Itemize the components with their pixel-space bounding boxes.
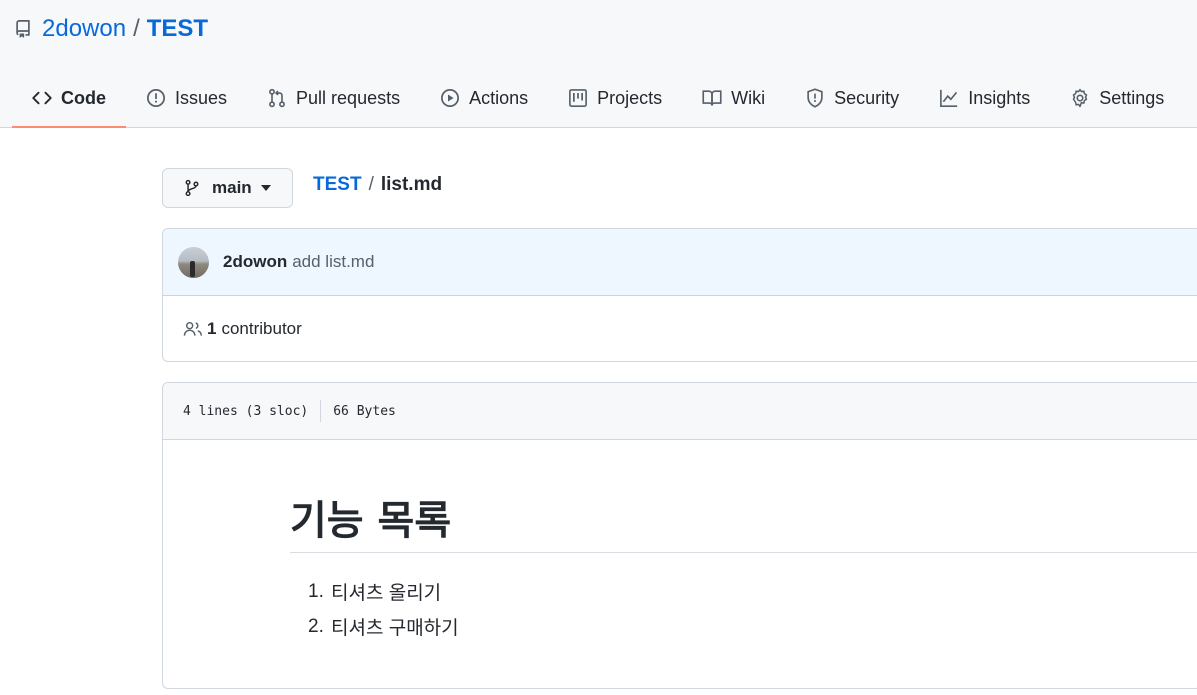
repo-header: 2dowon / TEST Code Issues Pull requests <box>0 0 1197 128</box>
tab-pull-requests[interactable]: Pull requests <box>247 70 420 126</box>
heading-divider <box>290 552 1197 553</box>
tab-code[interactable]: Code <box>12 70 126 128</box>
list-item-number: 2. <box>308 615 324 637</box>
list-item: 1. 티셔츠 올리기 <box>308 574 459 609</box>
tab-label: Projects <box>597 87 663 108</box>
tab-label: Wiki <box>731 87 766 108</box>
latest-commit-row: 2dowon add list.md <box>163 229 1197 296</box>
contributors-row[interactable]: 1 contributor <box>163 296 1197 361</box>
tab-label: Code <box>61 87 106 108</box>
graph-icon <box>939 88 959 108</box>
book-icon <box>702 88 722 108</box>
markdown-heading: 기능 목록 <box>290 498 452 544</box>
tab-insights[interactable]: Insights <box>919 70 1050 126</box>
list-item-text: 티셔츠 구매하기 <box>331 618 459 639</box>
tab-label: Insights <box>968 87 1031 108</box>
people-icon <box>183 320 203 338</box>
repo-icon <box>14 20 32 38</box>
file-info-bar: 4 lines (3 sloc) 66 Bytes <box>163 383 1197 440</box>
branch-select-button[interactable]: main <box>162 168 293 208</box>
avatar[interactable] <box>178 246 209 278</box>
commit-box: 2dowon add list.md 1 contributor <box>162 228 1197 362</box>
chevron-down-icon <box>260 185 271 191</box>
commit-message-link[interactable]: add list.md <box>292 252 374 272</box>
tab-label: Actions <box>469 87 529 108</box>
tab-label: Issues <box>175 87 228 108</box>
pull-request-icon <box>267 88 287 108</box>
commit-author-link[interactable]: 2dowon <box>223 252 287 272</box>
repo-separator: / <box>133 15 140 42</box>
list-item: 2. 티셔츠 구매하기 <box>308 609 459 644</box>
project-icon <box>568 88 588 108</box>
code-icon <box>32 88 52 108</box>
issue-icon <box>146 88 166 108</box>
repo-title: 2dowon / TEST <box>14 14 208 44</box>
list-item-text: 티셔츠 올리기 <box>331 583 442 604</box>
tab-settings[interactable]: Settings <box>1050 70 1184 126</box>
tab-issues[interactable]: Issues <box>126 70 247 126</box>
file-viewer: 4 lines (3 sloc) 66 Bytes 기능 목록 1. 티셔츠 올… <box>162 382 1197 689</box>
play-icon <box>440 88 460 108</box>
tab-actions[interactable]: Actions <box>420 70 548 126</box>
list-item-number: 1. <box>308 580 324 602</box>
breadcrumb-file: list.md <box>380 174 443 195</box>
tab-projects[interactable]: Projects <box>548 70 682 126</box>
gear-icon <box>1070 88 1090 108</box>
repo-nav-tabs: Code Issues Pull requests Actions Projec… <box>12 70 1184 128</box>
tab-label: Pull requests <box>296 87 401 108</box>
file-info-divider <box>320 400 322 422</box>
breadcrumb-separator: / <box>368 174 374 195</box>
shield-icon <box>805 88 825 108</box>
tab-label: Settings <box>1099 87 1165 108</box>
file-line-count: 4 lines (3 sloc) <box>183 403 309 419</box>
tab-label: Security <box>834 87 900 108</box>
contributor-label: contributor <box>221 319 302 338</box>
contributor-count: 1 <box>207 319 217 338</box>
tab-security[interactable]: Security <box>785 70 919 126</box>
file-size: 66 Bytes <box>333 403 396 419</box>
tab-wiki[interactable]: Wiki <box>682 70 785 126</box>
branch-name: main <box>212 178 252 197</box>
git-branch-icon <box>183 179 201 197</box>
repo-owner-link[interactable]: 2dowon <box>42 15 126 43</box>
markdown-ordered-list: 1. 티셔츠 올리기 2. 티셔츠 구매하기 <box>308 574 459 644</box>
breadcrumb: TEST / list.md <box>313 172 442 198</box>
repo-name-link[interactable]: TEST <box>147 15 208 43</box>
breadcrumb-repo-link[interactable]: TEST <box>313 174 362 196</box>
